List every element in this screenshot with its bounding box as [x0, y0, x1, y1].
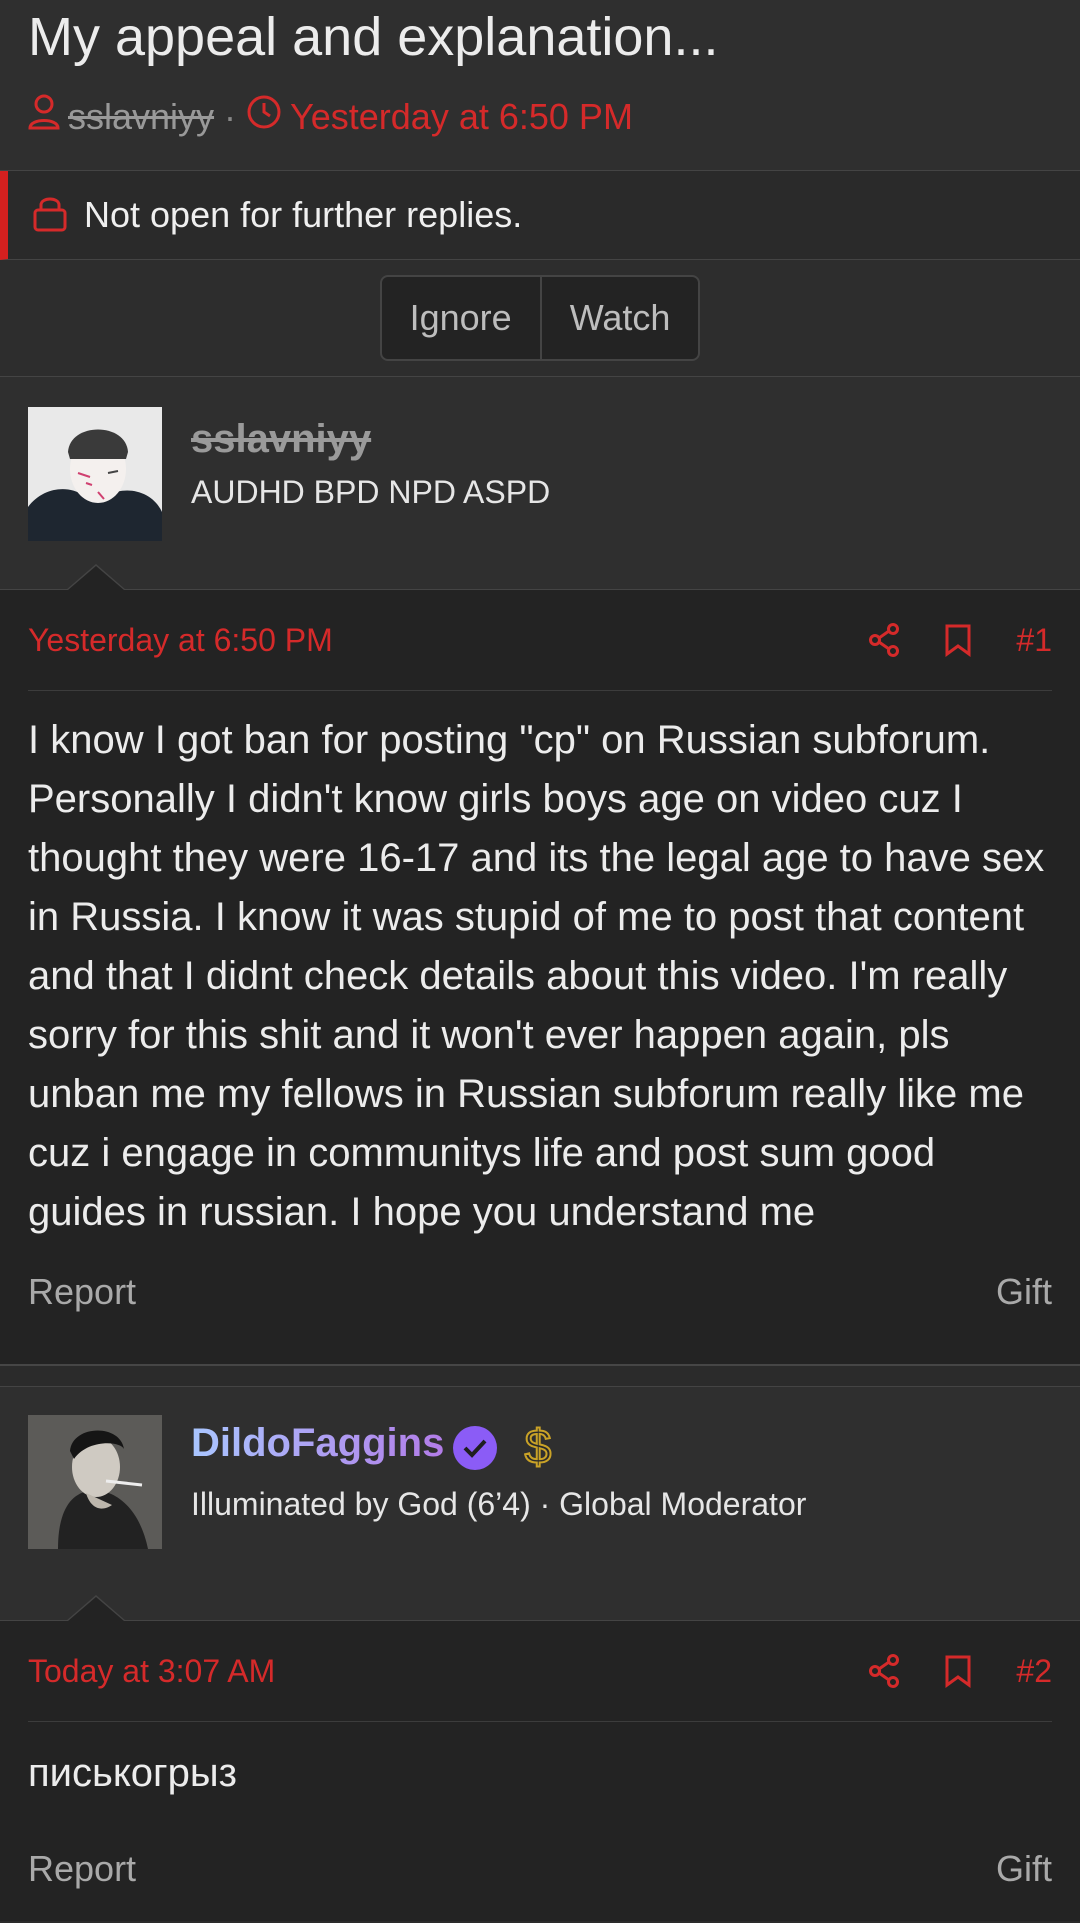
post-1-header: Yesterday at 6:50 PM #1: [28, 590, 1052, 691]
gift-button[interactable]: Gift: [996, 1848, 1052, 1890]
post-2: Today at 3:07 AM #2 писькогрыз Report Gi…: [0, 1621, 1080, 1921]
post-1-footer: Report Gift: [28, 1241, 1052, 1313]
share-icon[interactable]: [868, 1654, 900, 1688]
locked-notice: Not open for further replies.: [0, 171, 1080, 260]
thread-date-link[interactable]: Yesterday at 6:50 PM: [290, 96, 633, 138]
bookmark-icon[interactable]: [944, 1654, 972, 1688]
post-2-caret: [66, 1595, 126, 1621]
thread-meta: sslavniyy · Yesterday at 6:50 PM: [28, 94, 633, 139]
watch-button[interactable]: Watch: [539, 277, 699, 359]
post-1-username[interactable]: sslavniyy: [191, 417, 371, 462]
meta-separator: ·: [224, 95, 237, 137]
post-1: Yesterday at 6:50 PM #1 I know I got ban…: [0, 590, 1080, 1364]
post-2-number[interactable]: #2: [1016, 1653, 1052, 1690]
bookmark-icon[interactable]: [944, 623, 972, 657]
post-2-user-block: DildoFaggins $ Illuminated by God (6’4) …: [0, 1387, 1080, 1621]
post-2-body: писькогрыз: [28, 1751, 237, 1795]
post-1-user-title: AUDHD BPD NPD ASPD: [191, 474, 551, 510]
post-divider: [0, 1364, 1080, 1387]
thread-button-group: Ignore Watch: [379, 275, 701, 361]
avatar[interactable]: [28, 407, 162, 541]
post-2-user-title: Illuminated by God (6’4) · Global Modera…: [191, 1486, 807, 1522]
post-1-number[interactable]: #1: [1016, 622, 1052, 659]
post-1-caret: [66, 564, 126, 590]
post-1-tools: #1: [824, 622, 1052, 659]
thread-header: My appeal and explanation... sslavniyy ·…: [0, 0, 1080, 171]
post-2-header: Today at 3:07 AM #2: [28, 1621, 1052, 1722]
post-2-username[interactable]: DildoFaggins: [191, 1421, 444, 1466]
post-1-date[interactable]: Yesterday at 6:50 PM: [28, 622, 333, 659]
share-icon[interactable]: [868, 623, 900, 657]
verified-badge-icon: [452, 1425, 498, 1476]
svg-text:$: $: [525, 1421, 552, 1473]
avatar[interactable]: [28, 1415, 162, 1549]
gift-button[interactable]: Gift: [996, 1271, 1052, 1313]
thread-actions-bar: Ignore Watch: [0, 260, 1080, 377]
post-1-body: I know I got ban for posting "cp" on Rus…: [28, 718, 1045, 1234]
report-button[interactable]: Report: [28, 1848, 136, 1890]
user-icon: [28, 94, 60, 139]
post-2-tools: #2: [824, 1653, 1052, 1690]
locked-notice-text: Not open for further replies.: [84, 194, 523, 235]
dollar-icon: $: [518, 1419, 558, 1478]
report-button[interactable]: Report: [28, 1271, 136, 1313]
post-2-footer: Report Gift: [28, 1824, 1052, 1890]
lock-icon: [32, 194, 68, 237]
ignore-button[interactable]: Ignore: [382, 277, 540, 359]
post-1-user-block: sslavniyy AUDHD BPD NPD ASPD: [0, 377, 1080, 590]
thread-author-link[interactable]: sslavniyy: [68, 96, 214, 138]
post-2-date[interactable]: Today at 3:07 AM: [28, 1653, 275, 1690]
clock-icon: [246, 94, 282, 139]
thread-title: My appeal and explanation...: [28, 7, 719, 67]
